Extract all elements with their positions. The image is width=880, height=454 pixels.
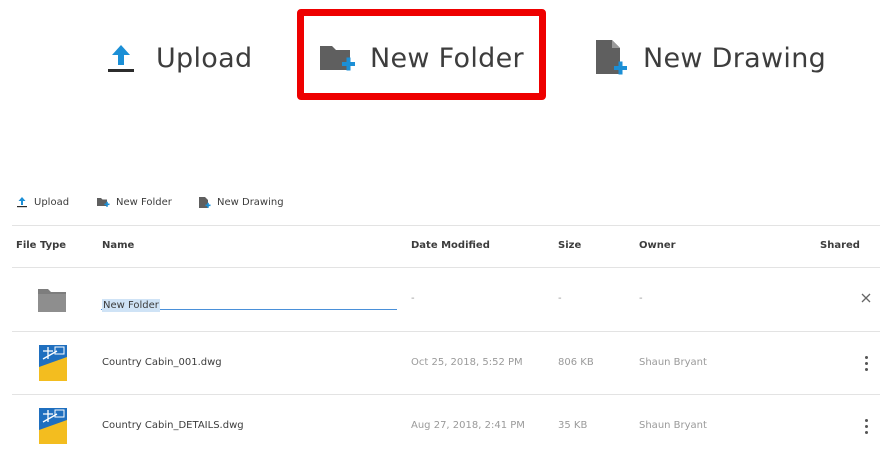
zoomed-toolbar: Upload New Folder New Drawing xyxy=(0,0,880,120)
new-folder-icon xyxy=(97,198,110,207)
new-drawing-button[interactable]: New Drawing xyxy=(198,196,284,209)
table-row[interactable]: Country Cabin_001.dwg Oct 25, 2018, 5:52… xyxy=(12,332,880,394)
date-modified: Aug 27, 2018, 2:41 PM xyxy=(411,420,525,431)
new-folder-label: New Folder xyxy=(116,196,172,208)
zoom-upload-label: Upload xyxy=(156,42,253,74)
table-row[interactable]: New Folder - - - xyxy=(12,268,880,330)
column-header-owner[interactable]: Owner xyxy=(639,240,676,251)
table-row[interactable]: Country Cabin_DETAILS.dwg Aug 27, 2018, … xyxy=(12,395,880,454)
size: 806 KB xyxy=(558,357,594,368)
dwg-file-icon xyxy=(39,345,67,381)
zoom-upload-button[interactable]: Upload xyxy=(104,40,252,76)
file-name[interactable]: Country Cabin_DETAILS.dwg xyxy=(102,420,244,431)
date-modified: Oct 25, 2018, 5:52 PM xyxy=(411,357,523,368)
column-header-size[interactable]: Size xyxy=(558,240,581,251)
divider xyxy=(12,225,880,226)
owner: Shaun Bryant xyxy=(639,357,707,368)
file-name[interactable]: Country Cabin_001.dwg xyxy=(102,357,222,368)
folder-name-input[interactable]: New Folder xyxy=(101,293,397,312)
upload-button[interactable]: Upload xyxy=(16,196,69,208)
column-header-date-modified[interactable]: Date Modified xyxy=(411,240,490,251)
size: - xyxy=(558,293,562,304)
column-header-shared[interactable]: Shared xyxy=(820,240,860,251)
upload-label: Upload xyxy=(34,196,70,208)
column-header-name[interactable]: Name xyxy=(102,240,134,251)
new-drawing-icon xyxy=(596,40,627,75)
upload-icon xyxy=(108,45,134,72)
owner: Shaun Bryant xyxy=(639,420,707,431)
more-vertical-icon[interactable] xyxy=(863,356,869,372)
new-folder-button[interactable]: New Folder xyxy=(96,196,172,208)
zoom-new-drawing-button[interactable]: New Drawing xyxy=(594,38,826,78)
owner: - xyxy=(639,293,643,304)
more-vertical-icon[interactable] xyxy=(863,419,869,435)
size: 35 KB xyxy=(558,420,588,431)
upload-icon xyxy=(17,197,27,208)
new-drawing-icon xyxy=(199,197,211,208)
close-icon[interactable] xyxy=(860,292,872,304)
folder-icon xyxy=(38,289,66,312)
dwg-file-icon xyxy=(39,408,67,444)
file-toolbar: Upload New Folder New Drawing xyxy=(0,192,880,218)
date-modified: - xyxy=(411,293,415,304)
zoom-new-drawing-label: New Drawing xyxy=(643,42,827,74)
column-header-file-type[interactable]: File Type xyxy=(16,240,66,251)
highlight-box xyxy=(297,9,546,100)
folder-name-text[interactable]: New Folder xyxy=(102,299,160,312)
new-drawing-label: New Drawing xyxy=(217,197,284,208)
